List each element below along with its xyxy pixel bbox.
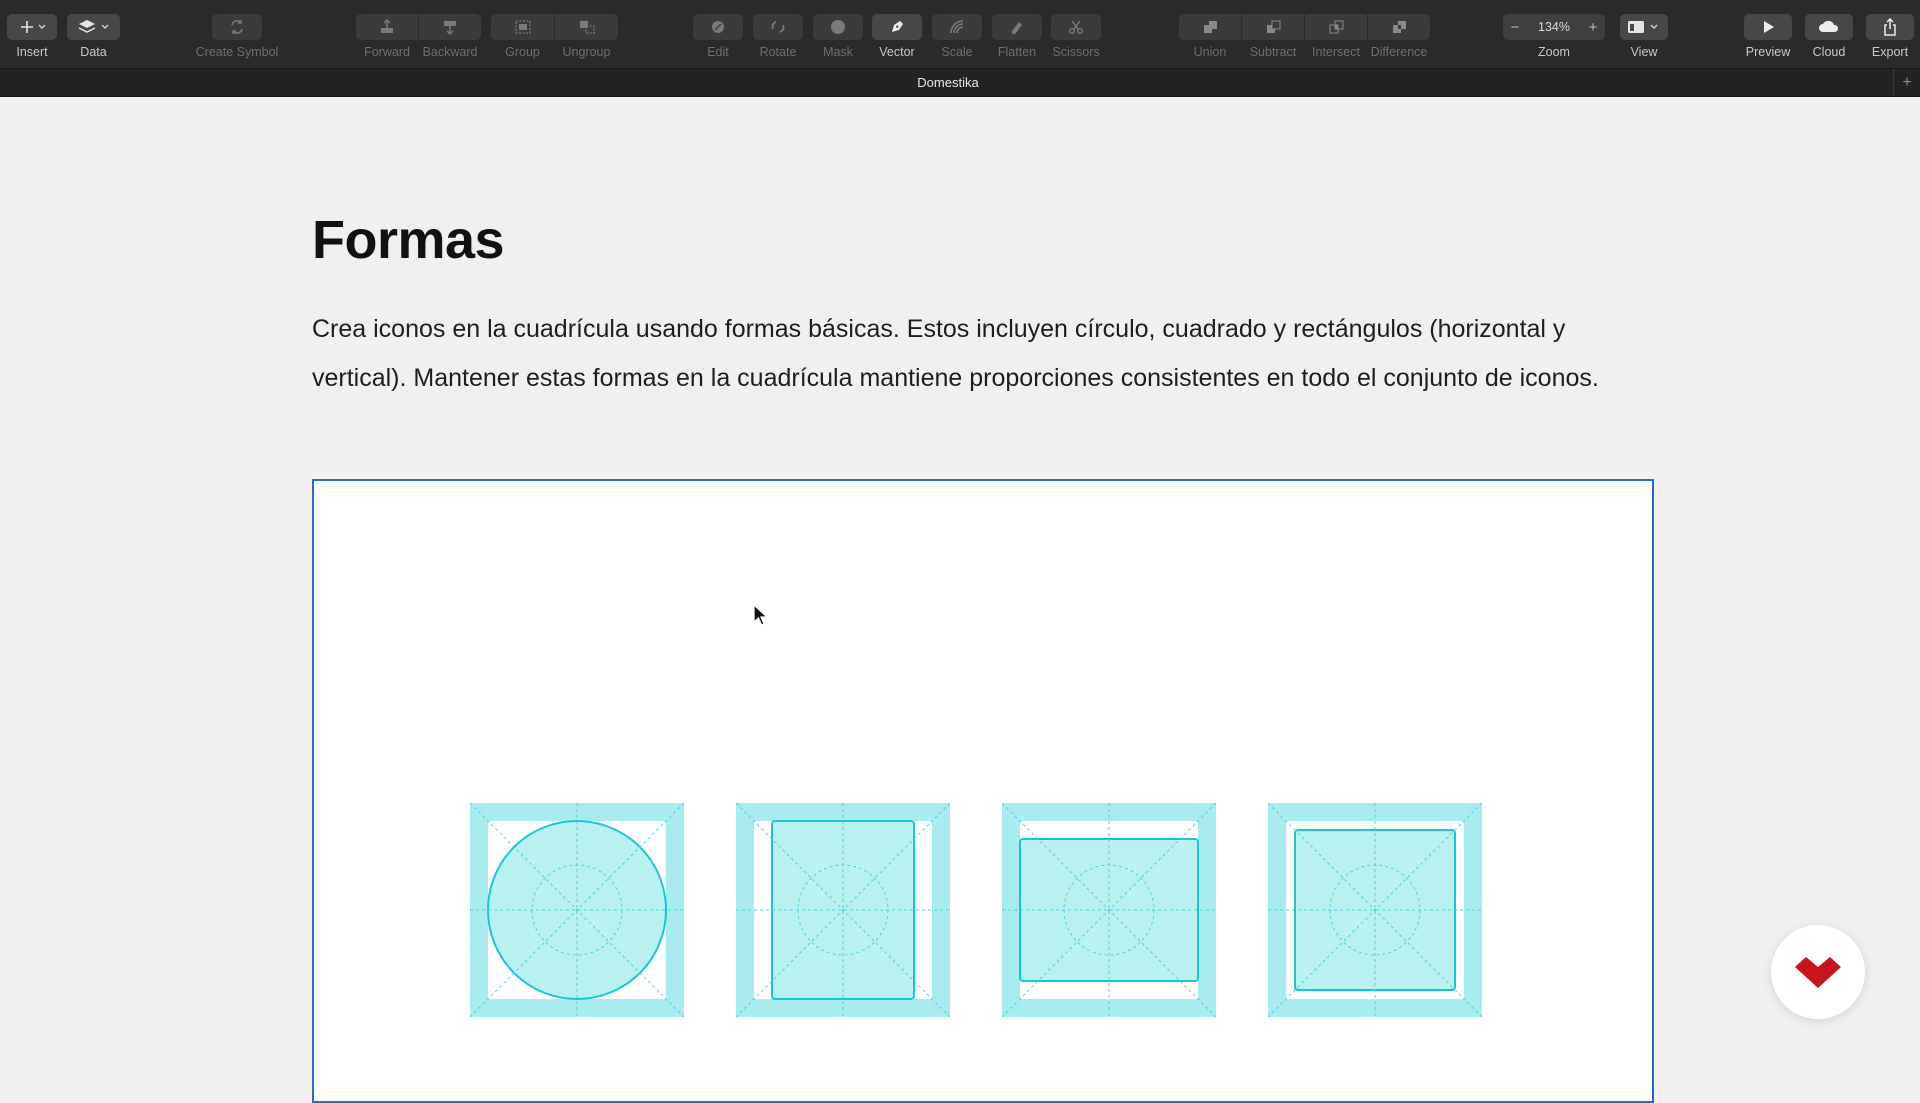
backward-button[interactable]: Backward (419, 0, 481, 59)
ungroup-icon (579, 21, 595, 34)
preview-label: Preview (1745, 45, 1791, 59)
toolbar: Insert Data Create Symbol Forward Backwa… (0, 0, 1920, 69)
page-description: Crea iconos en la cuadrícula usando form… (312, 315, 1599, 392)
zoom-label: Zoom (1538, 45, 1570, 59)
difference-icon (1393, 21, 1406, 33)
mask-icon (831, 20, 845, 34)
union-label: Union (1193, 45, 1227, 59)
add-tab-icon[interactable]: + (1893, 69, 1920, 96)
export-button[interactable]: Export (1866, 0, 1914, 59)
horizontal-rectangle-keyline-grid[interactable] (1002, 803, 1216, 1017)
union-icon (1204, 21, 1217, 33)
forward-button[interactable]: Forward (356, 0, 418, 59)
data-button[interactable]: Data (67, 0, 120, 59)
edit-button[interactable]: Edit (693, 0, 743, 59)
subtract-button[interactable]: Subtract (1242, 0, 1304, 59)
view-button[interactable]: View (1620, 0, 1668, 59)
document-tab[interactable]: Domestika (0, 69, 1896, 96)
group-label: Group (505, 45, 540, 59)
view-layout-icon (1628, 21, 1658, 33)
zoom-control: − 134% + Zoom (1503, 0, 1605, 59)
zoom-in-icon[interactable]: + (1581, 19, 1605, 36)
group-button[interactable]: Group (491, 0, 554, 59)
plus-icon (21, 21, 46, 33)
difference-label: Difference (1370, 45, 1428, 59)
rotate-label: Rotate (759, 45, 797, 59)
vector-button[interactable]: Vector (872, 0, 922, 59)
data-label: Data (80, 45, 107, 59)
vertical-rectangle-keyline-grid[interactable] (736, 803, 950, 1017)
forward-label: Forward (364, 45, 410, 59)
create-symbol-button[interactable]: Create Symbol (192, 0, 282, 59)
union-button[interactable]: Union (1179, 0, 1241, 59)
view-label: View (1630, 45, 1658, 59)
document-tabbar: Domestika + (0, 69, 1920, 97)
mask-label: Mask (823, 45, 853, 59)
play-icon (1764, 21, 1774, 33)
cloud-button[interactable]: Cloud (1805, 0, 1853, 59)
flatten-button[interactable]: Flatten (992, 0, 1042, 59)
symbol-icon (231, 20, 243, 34)
scissors-icon (1069, 20, 1083, 34)
cloud-icon (1819, 20, 1839, 32)
mask-button[interactable]: Mask (813, 0, 863, 59)
zoom-value[interactable]: 134% (1538, 20, 1570, 34)
domestika-badge (1771, 925, 1865, 1019)
layers-icon (78, 20, 108, 33)
domestika-logo-icon (1795, 957, 1841, 988)
artboard[interactable] (312, 479, 1654, 1103)
intersect-label: Intersect (1312, 45, 1360, 59)
backward-label: Backward (422, 45, 478, 59)
insert-label: Insert (16, 45, 48, 59)
intersect-icon (1329, 20, 1344, 34)
scale-label: Scale (941, 45, 973, 59)
scissors-button[interactable]: Scissors (1051, 0, 1101, 59)
mouse-cursor-icon (753, 604, 769, 626)
scale-icon (950, 20, 964, 34)
subtract-icon (1267, 20, 1281, 33)
page-title: Formas (312, 210, 505, 270)
insert-button[interactable]: Insert (7, 0, 57, 59)
rotate-button[interactable]: Rotate (753, 0, 803, 59)
difference-button[interactable]: Difference (1368, 0, 1430, 59)
share-icon (1884, 18, 1896, 36)
flatten-icon (1012, 22, 1022, 34)
export-label: Export (1871, 45, 1909, 59)
flatten-label: Flatten (997, 45, 1037, 59)
preview-button[interactable]: Preview (1744, 0, 1792, 59)
group-icon (514, 20, 531, 34)
edit-label: Edit (707, 45, 729, 59)
vector-label: Vector (879, 45, 915, 59)
scissors-label: Scissors (1052, 45, 1100, 59)
rotate-icon (771, 21, 785, 33)
backward-icon (444, 21, 456, 35)
subtract-label: Subtract (1249, 45, 1297, 59)
canvas[interactable]: Formas Crea iconos en la cuadrícula usan… (0, 97, 1920, 1103)
edit-icon (712, 21, 724, 33)
circle-keyline-grid[interactable] (470, 803, 684, 1017)
zoom-out-icon[interactable]: − (1503, 19, 1527, 36)
create-symbol-label: Create Symbol (195, 45, 279, 59)
vector-pen-icon (892, 21, 903, 32)
ungroup-button[interactable]: Ungroup (555, 0, 618, 59)
scale-button[interactable]: Scale (932, 0, 982, 59)
forward-icon (381, 19, 393, 33)
square-keyline-grid[interactable] (1268, 803, 1482, 1017)
cloud-label: Cloud (1812, 45, 1846, 59)
ungroup-label: Ungroup (562, 45, 611, 59)
intersect-button[interactable]: Intersect (1305, 0, 1367, 59)
